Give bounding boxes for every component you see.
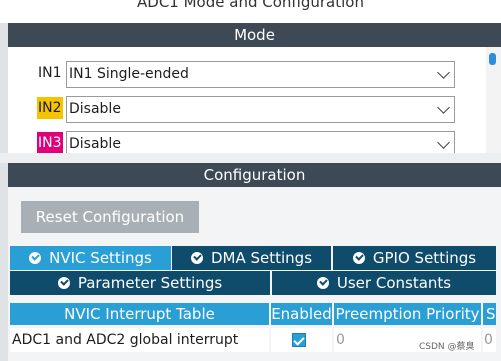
tab-gpio-settings[interactable]: GPIO Settings — [333, 246, 496, 270]
in2-label: IN2 — [37, 97, 63, 119]
check-circle-icon — [352, 252, 365, 264]
mode-section-header: Mode — [8, 23, 501, 47]
check-circle-icon — [57, 277, 70, 289]
scrollbar-thumb[interactable] — [489, 53, 496, 65]
configuration-section-header: Configuration — [8, 163, 501, 187]
tab-parameter-settings[interactable]: Parameter Settings — [10, 271, 270, 295]
in3-select-value: Disable — [69, 136, 121, 152]
in1-row: IN1 IN1 Single-ended — [8, 57, 488, 88]
chevron-down-icon — [437, 101, 450, 114]
in2-select-value: Disable — [69, 101, 121, 117]
mode-panel: IN1 IN1 Single-ended IN2 Disable IN3 Dis… — [8, 47, 501, 153]
tab-label: User Constants — [336, 274, 452, 292]
in3-select[interactable]: Disable — [66, 131, 455, 153]
in1-select-value: IN1 Single-ended — [69, 66, 189, 82]
in2-select[interactable]: Disable — [66, 96, 455, 123]
chevron-down-icon — [437, 66, 450, 79]
check-circle-icon — [29, 252, 42, 264]
column-header-sub-priority[interactable]: S — [483, 303, 496, 325]
tab-label: NVIC Settings — [49, 249, 152, 267]
tab-nvic-settings[interactable]: NVIC Settings — [10, 246, 171, 270]
in3-row: IN3 Disable — [8, 127, 488, 153]
enabled-checkbox[interactable] — [292, 333, 306, 347]
check-circle-icon — [316, 277, 329, 289]
mode-scrollbar[interactable] — [486, 47, 501, 153]
left-edge — [0, 23, 8, 361]
tab-label: GPIO Settings — [372, 249, 477, 267]
in2-row: IN2 Disable — [8, 92, 488, 123]
column-header-enabled[interactable]: Enabled — [271, 303, 332, 325]
tab-label: Parameter Settings — [77, 274, 223, 292]
panel-divider[interactable] — [0, 153, 501, 163]
table-row-sub-priority[interactable]: 0 — [483, 328, 496, 352]
column-header-preemption-priority[interactable]: Preemption Priority — [334, 303, 481, 325]
column-header-nvic-interrupt-table[interactable]: NVIC Interrupt Table — [10, 303, 269, 325]
tab-user-constants[interactable]: User Constants — [272, 271, 496, 295]
tab-label: DMA Settings — [210, 249, 313, 267]
watermark-text: CSDN @蔡臭 — [419, 342, 475, 352]
in1-select[interactable]: IN1 Single-ended — [66, 61, 455, 88]
in3-label: IN3 — [37, 132, 63, 153]
check-circle-icon — [190, 252, 203, 264]
table-row-name: ADC1 and ADC2 global interrupt — [10, 328, 269, 352]
in1-label: IN1 — [38, 65, 62, 81]
window-title: ADC1 Mode and Configuration — [137, 0, 364, 11]
tab-dma-settings[interactable]: DMA Settings — [172, 246, 331, 270]
reset-configuration-button[interactable]: Reset Configuration — [21, 201, 199, 233]
chevron-down-icon — [437, 136, 450, 149]
